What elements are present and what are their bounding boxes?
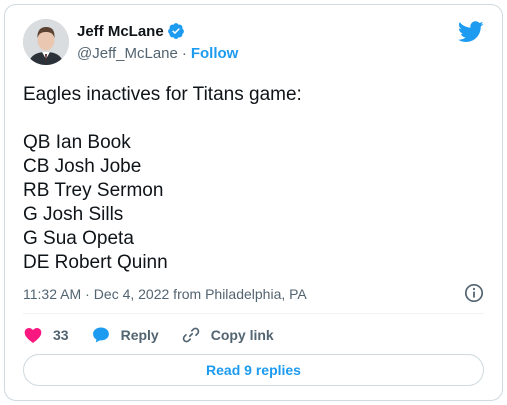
reply-bubble-icon: [92, 327, 109, 343]
copy-link-button[interactable]: Copy link: [181, 325, 274, 345]
follow-button[interactable]: Follow: [191, 45, 239, 62]
verified-badge-icon: [167, 22, 185, 40]
tweet-timestamp[interactable]: 11:32 AM · Dec 4, 2022 from Philadelphia…: [23, 284, 307, 304]
divider: [23, 313, 484, 314]
heart-icon: [24, 328, 42, 343]
avatar[interactable]: [23, 19, 69, 65]
tweet-actions: 33 Reply Copy link: [23, 323, 296, 347]
tweet-date-location[interactable]: Dec 4, 2022 from Philadelphia, PA: [94, 286, 307, 302]
read-replies-button[interactable]: Read 9 replies: [23, 354, 484, 386]
reply-button[interactable]: Reply: [91, 325, 159, 345]
user-handle[interactable]: @Jeff_McLane: [77, 45, 178, 62]
link-icon: [182, 327, 199, 343]
reply-label: Reply: [120, 327, 159, 343]
user-info: Jeff McLane @Jeff_McLane · Follow: [77, 21, 238, 63]
tweet-card: Jeff McLane @Jeff_McLane · Follow Eagles…: [4, 4, 503, 401]
twitter-bird-icon[interactable]: [457, 21, 484, 43]
display-name[interactable]: Jeff McLane: [77, 23, 164, 40]
info-icon[interactable]: [464, 283, 484, 303]
like-button[interactable]: 33: [23, 325, 69, 345]
like-count: 33: [53, 327, 69, 343]
tweet-time[interactable]: 11:32 AM: [23, 286, 81, 302]
handle-separator: ·: [181, 44, 187, 62]
tweet-text: Eagles inactives for Titans game: QB Ian…: [23, 84, 302, 273]
copy-link-label: Copy link: [210, 327, 274, 343]
date-separator: ·: [85, 286, 90, 302]
